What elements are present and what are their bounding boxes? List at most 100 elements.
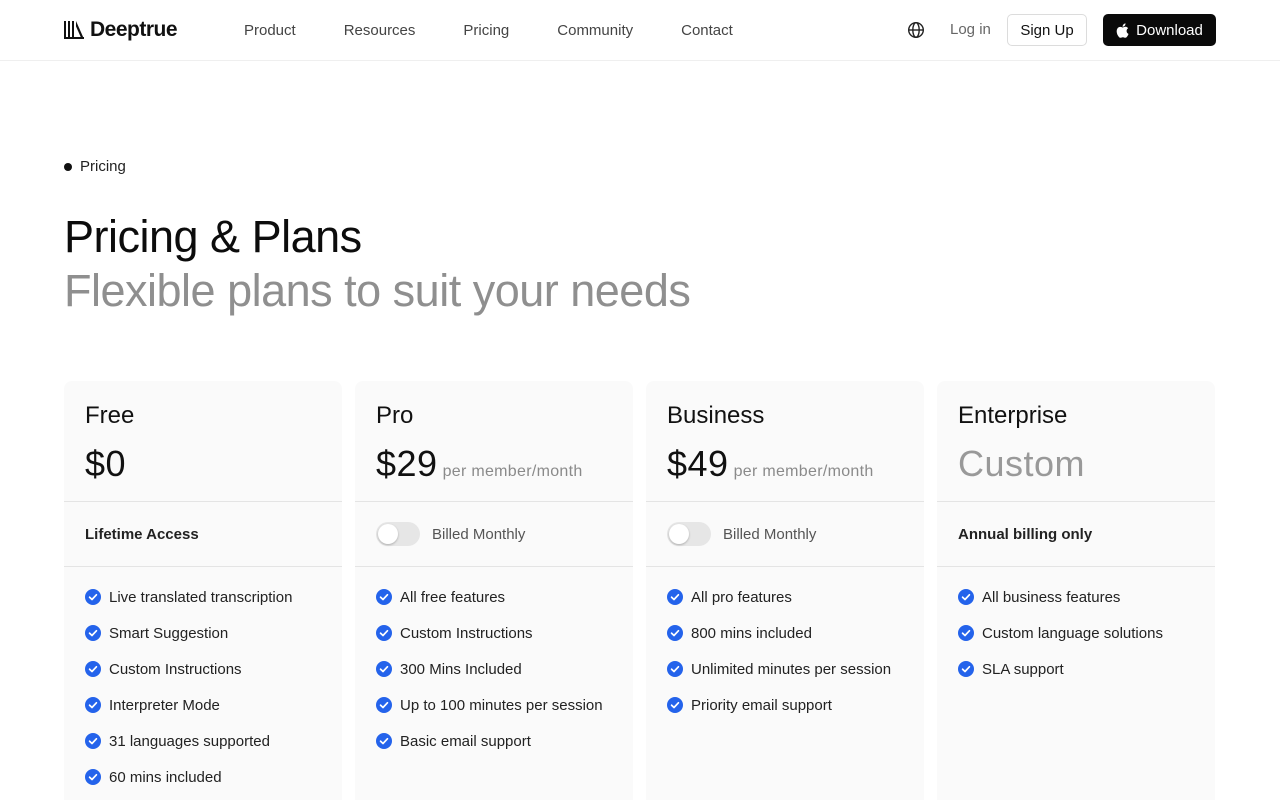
feature-label: Custom Instructions [400,624,533,642]
check-icon [85,661,101,677]
logo[interactable]: Deeptrue [64,18,178,41]
login-link[interactable]: Log in [950,20,991,40]
nav-item-resources[interactable]: Resources [344,21,416,41]
billing-row: Annual billing only [937,502,1215,567]
feature-label: Live translated transcription [109,588,293,606]
download-button[interactable]: Download [1103,14,1216,46]
nav-item-community[interactable]: Community [557,21,633,41]
feature-label: All free features [400,588,506,606]
billing-label: Annual billing only [958,525,1093,543]
feature-label: 800 mins included [691,624,812,642]
price-period: per member/month [442,463,583,480]
feature-item: Custom Instructions [376,624,612,642]
feature-list: All pro features 800 mins included Unlimit… [646,567,924,714]
check-icon [85,697,101,713]
feature-item: 800 mins included [667,624,903,642]
feature-item: 300 Mins Included [376,660,612,678]
feature-item: 60 mins included [85,768,321,786]
feature-label: Basic email support [400,732,531,750]
feature-label: All pro features [691,588,792,606]
feature-label: 60 mins included [109,768,222,786]
eyebrow-label: Pricing [80,158,126,175]
check-icon [376,661,392,677]
feature-item: Interpreter Mode [85,696,321,714]
check-icon [667,697,683,713]
feature-item: Up to 100 minutes per session [376,696,612,714]
feature-item: All free features [376,588,612,606]
feature-item: All pro features [667,588,903,606]
plan-header: Free $0 [64,381,342,502]
feature-label: Unlimited minutes per session [691,660,892,678]
billing-label: Lifetime Access [85,525,199,543]
check-icon [667,661,683,677]
feature-item: All business features [958,588,1194,606]
feature-item: Basic email support [376,732,612,750]
nav-item-pricing[interactable]: Pricing [463,21,509,41]
feature-item: Live translated transcription [85,588,321,606]
feature-label: Custom language solutions [982,624,1163,642]
section-eyebrow: Pricing [64,158,126,175]
page-subtitle: Flexible plans to suit your needs [64,265,691,316]
toggle-knob [669,524,689,544]
plan-card-business: Business $49 per member/month Billed Mon… [646,381,924,800]
globe-icon[interactable] [907,21,925,39]
nav-item-contact[interactable]: Contact [681,21,733,41]
plan-card-enterprise: Enterprise Custom Annual billing only Al… [937,381,1215,800]
billing-toggle-group: Billed Monthly [376,522,525,546]
price-row: $29 per member/month [376,444,612,484]
plan-name: Business [667,402,765,429]
page-title: Pricing & Plans [64,211,362,262]
check-icon [85,589,101,605]
feature-label: Smart Suggestion [109,624,229,642]
nav-item-product[interactable]: Product [244,21,296,41]
main-nav: Product Resources Pricing Community Cont… [244,21,781,41]
plan-price: $49 [667,443,729,484]
feature-list: All free features Custom Instructions 300 … [355,567,633,750]
check-icon [376,733,392,749]
plan-name: Enterprise [958,402,1068,429]
feature-item: Custom language solutions [958,624,1194,642]
plan-price: $0 [85,443,127,484]
logo-icon [64,21,84,39]
plan-header: Enterprise Custom [937,381,1215,502]
billing-toggle[interactable] [667,522,711,546]
price-row: $49 per member/month [667,444,903,484]
download-label: Download [1136,21,1203,39]
feature-label: All business features [982,588,1121,606]
feature-label: Interpreter Mode [109,696,220,714]
feature-list: All business features Custom language sol… [937,567,1215,678]
feature-label: 300 Mins Included [400,660,522,678]
check-icon [85,769,101,785]
plan-price: $29 [376,443,438,484]
price-row: $0 [85,444,321,484]
feature-item: Smart Suggestion [85,624,321,642]
logo-text: Deeptrue [90,18,178,41]
billing-toggle[interactable] [376,522,420,546]
check-icon [85,625,101,641]
feature-item: Unlimited minutes per session [667,660,903,678]
signup-button[interactable]: Sign Up [1007,14,1087,46]
plan-name: Free [85,402,135,429]
feature-label: Custom Instructions [109,660,242,678]
plan-header: Pro $29 per member/month [355,381,633,502]
plan-header: Business $49 per member/month [646,381,924,502]
check-icon [667,589,683,605]
feature-list: Live translated transcription Smart Sugge… [64,567,342,786]
check-icon [376,589,392,605]
plan-name: Pro [376,402,414,429]
feature-label: 31 languages supported [109,732,270,750]
billing-label: Billed Monthly [432,525,526,543]
apple-icon [1116,22,1129,38]
feature-item: Priority email support [667,696,903,714]
feature-item: SLA support [958,660,1194,678]
feature-label: Priority email support [691,696,832,714]
bullet-dot [64,162,72,171]
plan-card-free: Free $0 Lifetime Access Live translated … [64,381,342,800]
billing-row: Lifetime Access [64,502,342,567]
price-row: Custom [958,444,1194,484]
billing-toggle-group: Billed Monthly [667,522,816,546]
feature-item: Custom Instructions [85,660,321,678]
feature-label: Up to 100 minutes per session [400,696,603,714]
billing-label: Billed Monthly [723,525,817,543]
plan-card-pro: Pro $29 per member/month Billed Monthly … [355,381,633,800]
